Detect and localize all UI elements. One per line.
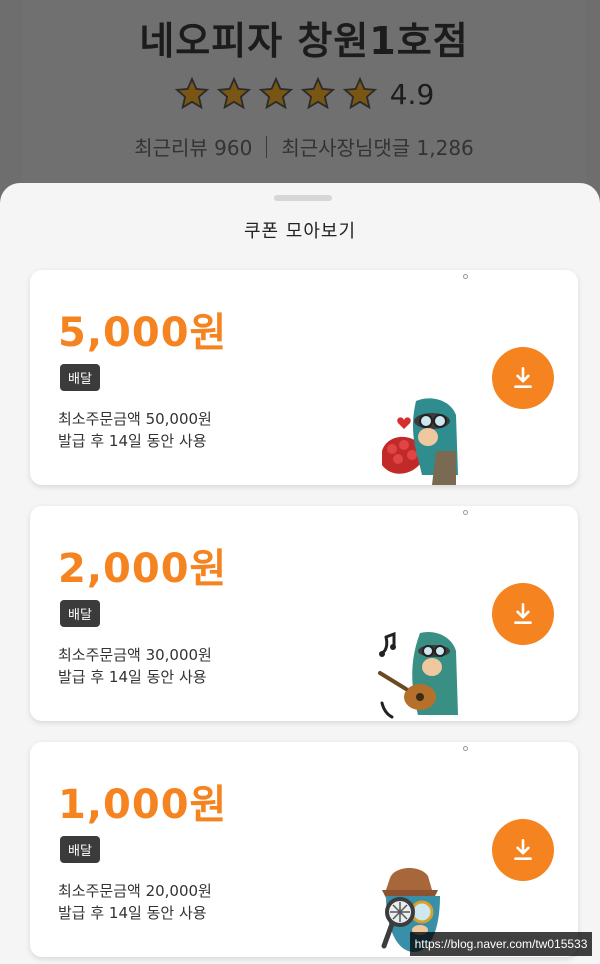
- min-order-text: 최소주문금액 50,000원: [58, 410, 212, 428]
- star-icon: [342, 76, 378, 112]
- sheet-drag-handle[interactable]: [274, 195, 332, 201]
- min-order-text: 최소주문금액 20,000원: [58, 882, 212, 900]
- rating-value: 4.9: [389, 77, 435, 111]
- coupon-conditions: 최소주문금액 30,000원 발급 후 14일 동안 사용: [58, 644, 212, 688]
- dot-icon: [463, 510, 468, 515]
- stats-row: 최근리뷰 960 최근사장님댓글 1,286: [22, 132, 586, 161]
- star-icon: [258, 76, 294, 112]
- coupon-amount: 5,000원: [58, 310, 228, 356]
- coupon-conditions: 최소주문금액 50,000원 발급 후 14일 동안 사용: [58, 408, 212, 452]
- coupon-card: 1,000원 배달 최소주문금액 20,000원 발급 후 14일 동안 사용: [30, 742, 578, 957]
- coupon-sheet: 쿠폰 모아보기 5,000원 배달 최소주문금액 50,000원 발급 후 14…: [0, 183, 600, 964]
- delivery-badge: 배달: [60, 836, 100, 863]
- stats-divider: [266, 135, 268, 158]
- star-icon: [174, 76, 210, 112]
- blog-watermark: https://blog.naver.com/tw015533: [410, 932, 592, 956]
- download-button[interactable]: [492, 347, 554, 409]
- coupon-card: 5,000원 배달 최소주문금액 50,000원 발급 후 14일 동안 사용: [30, 270, 578, 485]
- dot-icon: [463, 746, 468, 751]
- validity-text: 발급 후 14일 동안 사용: [58, 668, 207, 686]
- validity-text: 발급 후 14일 동안 사용: [58, 904, 207, 922]
- guitar-sticker-icon: [376, 629, 468, 721]
- download-icon: [514, 366, 532, 388]
- coupon-amount: 1,000원: [58, 782, 228, 828]
- store-name: 네오피자 창원1호점: [139, 19, 469, 63]
- download-icon: [514, 838, 532, 860]
- star-icon: [300, 76, 336, 112]
- dot-icon: [463, 274, 468, 279]
- owner-replies[interactable]: 최근사장님댓글 1,286: [281, 132, 473, 161]
- validity-text: 발급 후 14일 동안 사용: [58, 432, 207, 450]
- min-order-text: 최소주문금액 30,000원: [58, 646, 212, 664]
- star-icon: [216, 76, 252, 112]
- coupon-amount: 2,000원: [58, 546, 228, 592]
- store-header: 네오피자 창원1호점 4.9 최근리뷰 960 최근사장님댓글 1,286: [22, 0, 586, 190]
- coupon-card: 2,000원 배달 최소주문금액 30,000원 발급 후 14일 동안 사용: [30, 506, 578, 721]
- rating-row: 4.9: [22, 76, 586, 112]
- sheet-title: 쿠폰 모아보기: [243, 221, 357, 242]
- delivery-badge: 배달: [60, 364, 100, 391]
- download-button[interactable]: [492, 583, 554, 645]
- coupon-conditions: 최소주문금액 20,000원 발급 후 14일 동안 사용: [58, 880, 212, 924]
- download-icon: [514, 602, 532, 624]
- heart-bouquet-sticker-icon: [376, 393, 468, 485]
- download-button[interactable]: [492, 819, 554, 881]
- recent-reviews[interactable]: 최근리뷰 960: [134, 132, 252, 161]
- delivery-badge: 배달: [60, 600, 100, 627]
